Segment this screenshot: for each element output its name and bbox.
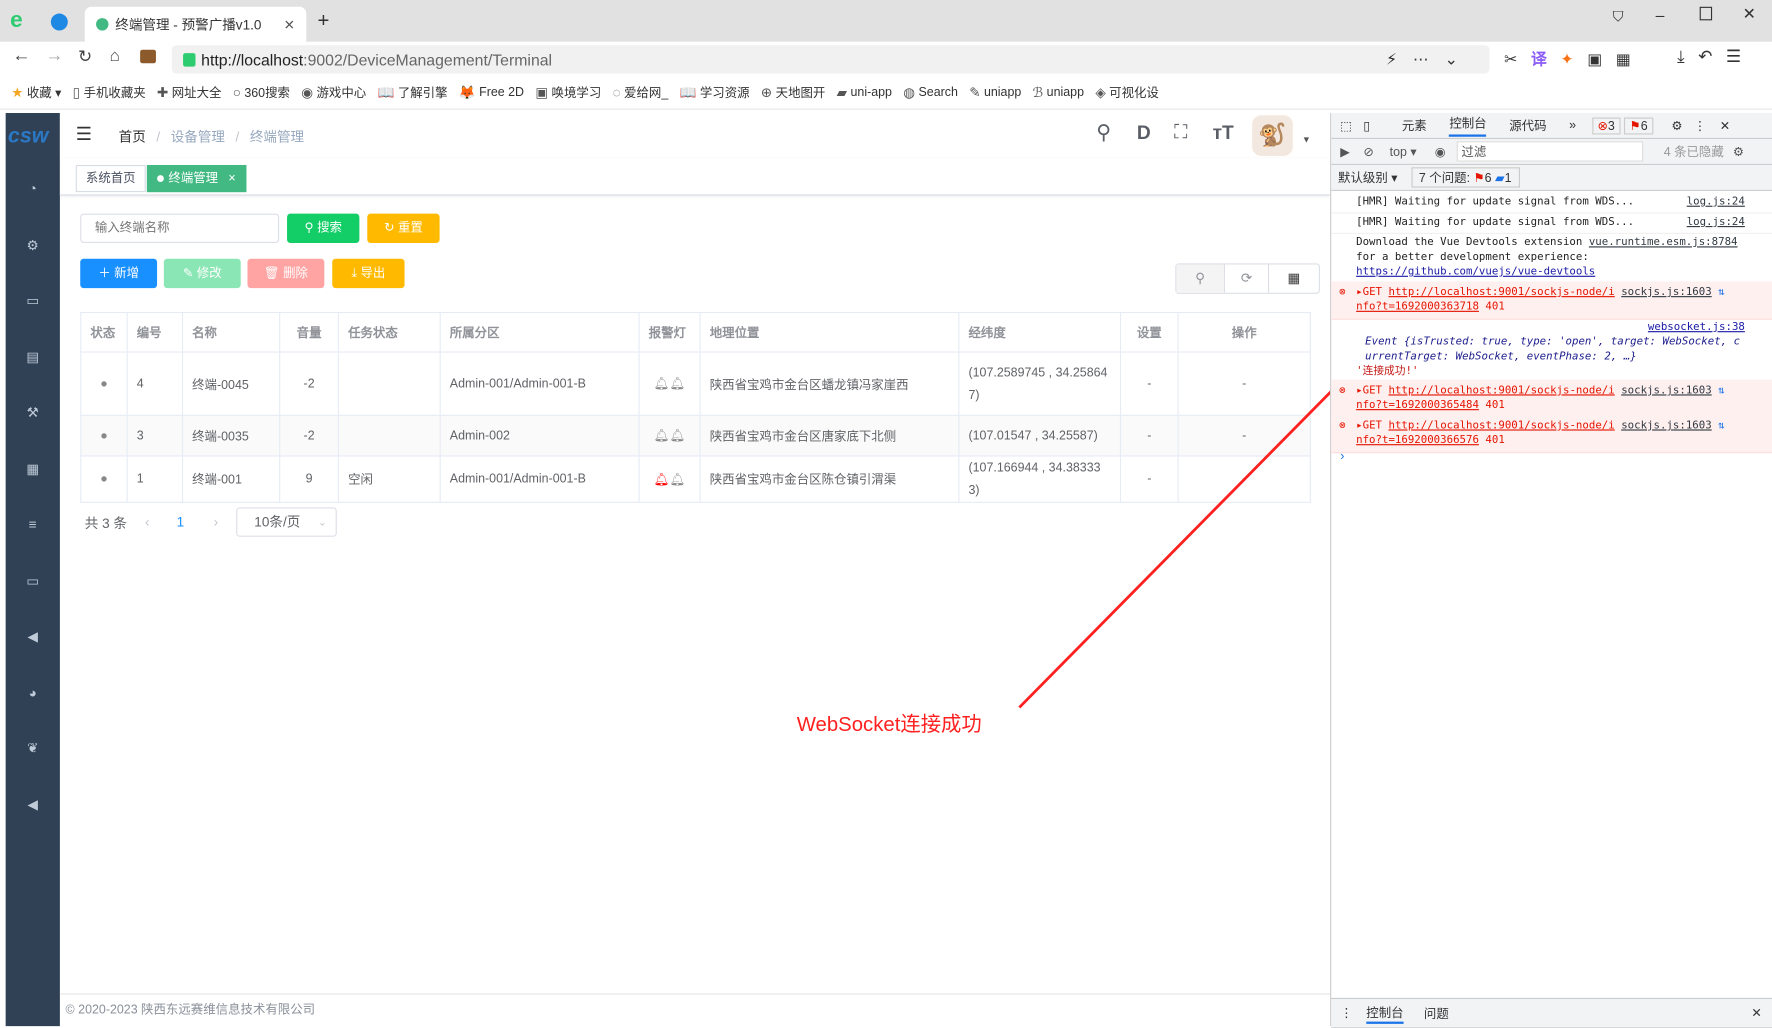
settings-icon[interactable]: ⚙ <box>1671 118 1682 133</box>
error-count-badge[interactable]: ⊗3 <box>1591 116 1621 134</box>
console-error: ⊗ ▸GET http://localhost:9001/sockjs-node… <box>1331 281 1772 320</box>
error-source[interactable]: sockjs.js:1603 <box>1621 384 1711 396</box>
error-source[interactable]: sockjs.js:1603 <box>1621 419 1711 431</box>
error-icon: ⊗ <box>1339 419 1346 432</box>
error-url[interactable]: http://localhost:9001/sockjs-node/i <box>1388 286 1614 298</box>
clear-console-icon[interactable]: ⊘ <box>1363 144 1373 159</box>
console-log: Download the Vue Devtools extension vue.… <box>1331 233 1772 284</box>
device-icon[interactable]: ▯ <box>1363 118 1370 133</box>
tab-elements[interactable]: 元素 <box>1402 116 1427 134</box>
close-devtools-icon[interactable]: ✕ <box>1720 118 1730 133</box>
issues-button[interactable]: 7 个问题: ⚑6 ▰1 <box>1411 167 1520 188</box>
console-log: [HMR] Waiting for update signal from WDS… <box>1331 212 1772 234</box>
devtools-panel: ⬚ ▯ 元素 控制台 源代码 » ⊗3 ⚑6 ⚙ ⋮ ✕ ▶ ⊘ top ▾ ◉… <box>1330 113 1772 1028</box>
more-tabs-icon[interactable]: » <box>1569 119 1576 133</box>
devtools-tabs: ⬚ ▯ 元素 控制台 源代码 » ⊗3 ⚑6 ⚙ ⋮ ✕ <box>1331 113 1772 140</box>
tab-console[interactable]: 控制台 <box>1449 114 1487 137</box>
console-event-log: websocket.js:38 Event {isTrusted: true, … <box>1331 316 1772 385</box>
error-icon: ⊗ <box>1339 384 1346 397</box>
issues-bar: 默认级别 ▾ 7 个问题: ⚑6 ▰1 <box>1331 164 1772 191</box>
console-log: [HMR] Waiting for update signal from WDS… <box>1331 192 1772 214</box>
connect-success-msg: '连接成功!' <box>1356 365 1419 378</box>
console-error: ⊗ ▸GET http://localhost:9001/sockjs-node… <box>1331 379 1772 419</box>
console-prompt[interactable]: › <box>1340 450 1344 464</box>
console-settings-icon[interactable]: ⚙ <box>1733 144 1744 159</box>
error-url[interactable]: http://localhost:9001/sockjs-node/i <box>1388 384 1614 396</box>
eye-icon[interactable]: ◉ <box>1435 144 1446 159</box>
drawer-menu-icon[interactable]: ⋮ <box>1340 1006 1352 1021</box>
issues-count-badge[interactable]: ⚑6 <box>1623 116 1654 134</box>
drawer-tab-issues[interactable]: 问题 <box>1424 1004 1449 1022</box>
log-source-link[interactable]: vue.runtime.esm.js:8784 <box>1589 236 1738 248</box>
sidebar-toggle-icon[interactable]: ▶ <box>1340 144 1350 159</box>
event-source[interactable]: websocket.js:38 <box>1331 320 1745 335</box>
log-level-select[interactable]: 默认级别 ▾ <box>1338 168 1397 186</box>
error-source[interactable]: sockjs.js:1603 <box>1621 286 1711 298</box>
context-select[interactable]: top ▾ <box>1390 144 1417 159</box>
drawer-tab-console[interactable]: 控制台 <box>1366 1003 1404 1024</box>
annotation-label: WebSocket连接成功 <box>796 713 982 736</box>
devtools-drawer: ⋮ 控制台 问题 ✕ <box>1331 997 1772 1028</box>
error-url[interactable]: http://localhost:9001/sockjs-node/i <box>1388 419 1614 431</box>
inspect-icon[interactable]: ⬚ <box>1340 118 1352 133</box>
log-source-link[interactable]: log.js:24 <box>1687 192 1745 212</box>
kebab-icon[interactable]: ⋮ <box>1694 118 1706 133</box>
error-icon: ⊗ <box>1339 285 1346 299</box>
console-error: ⊗ ▸GET http://localhost:9001/sockjs-node… <box>1331 414 1772 454</box>
log-source-link[interactable]: log.js:24 <box>1687 212 1745 232</box>
hidden-count: 4 条已隐藏 <box>1663 145 1724 160</box>
filter-input[interactable]: 过滤 <box>1456 141 1644 162</box>
devtools-link[interactable]: https://github.com/vuejs/vue-devtools <box>1356 264 1772 279</box>
console-toolbar: ▶ ⊘ top ▾ ◉ 过滤 4 条已隐藏 ⚙ <box>1331 139 1772 165</box>
tab-sources[interactable]: 源代码 <box>1509 116 1546 134</box>
close-drawer-icon[interactable]: ✕ <box>1751 1006 1761 1021</box>
